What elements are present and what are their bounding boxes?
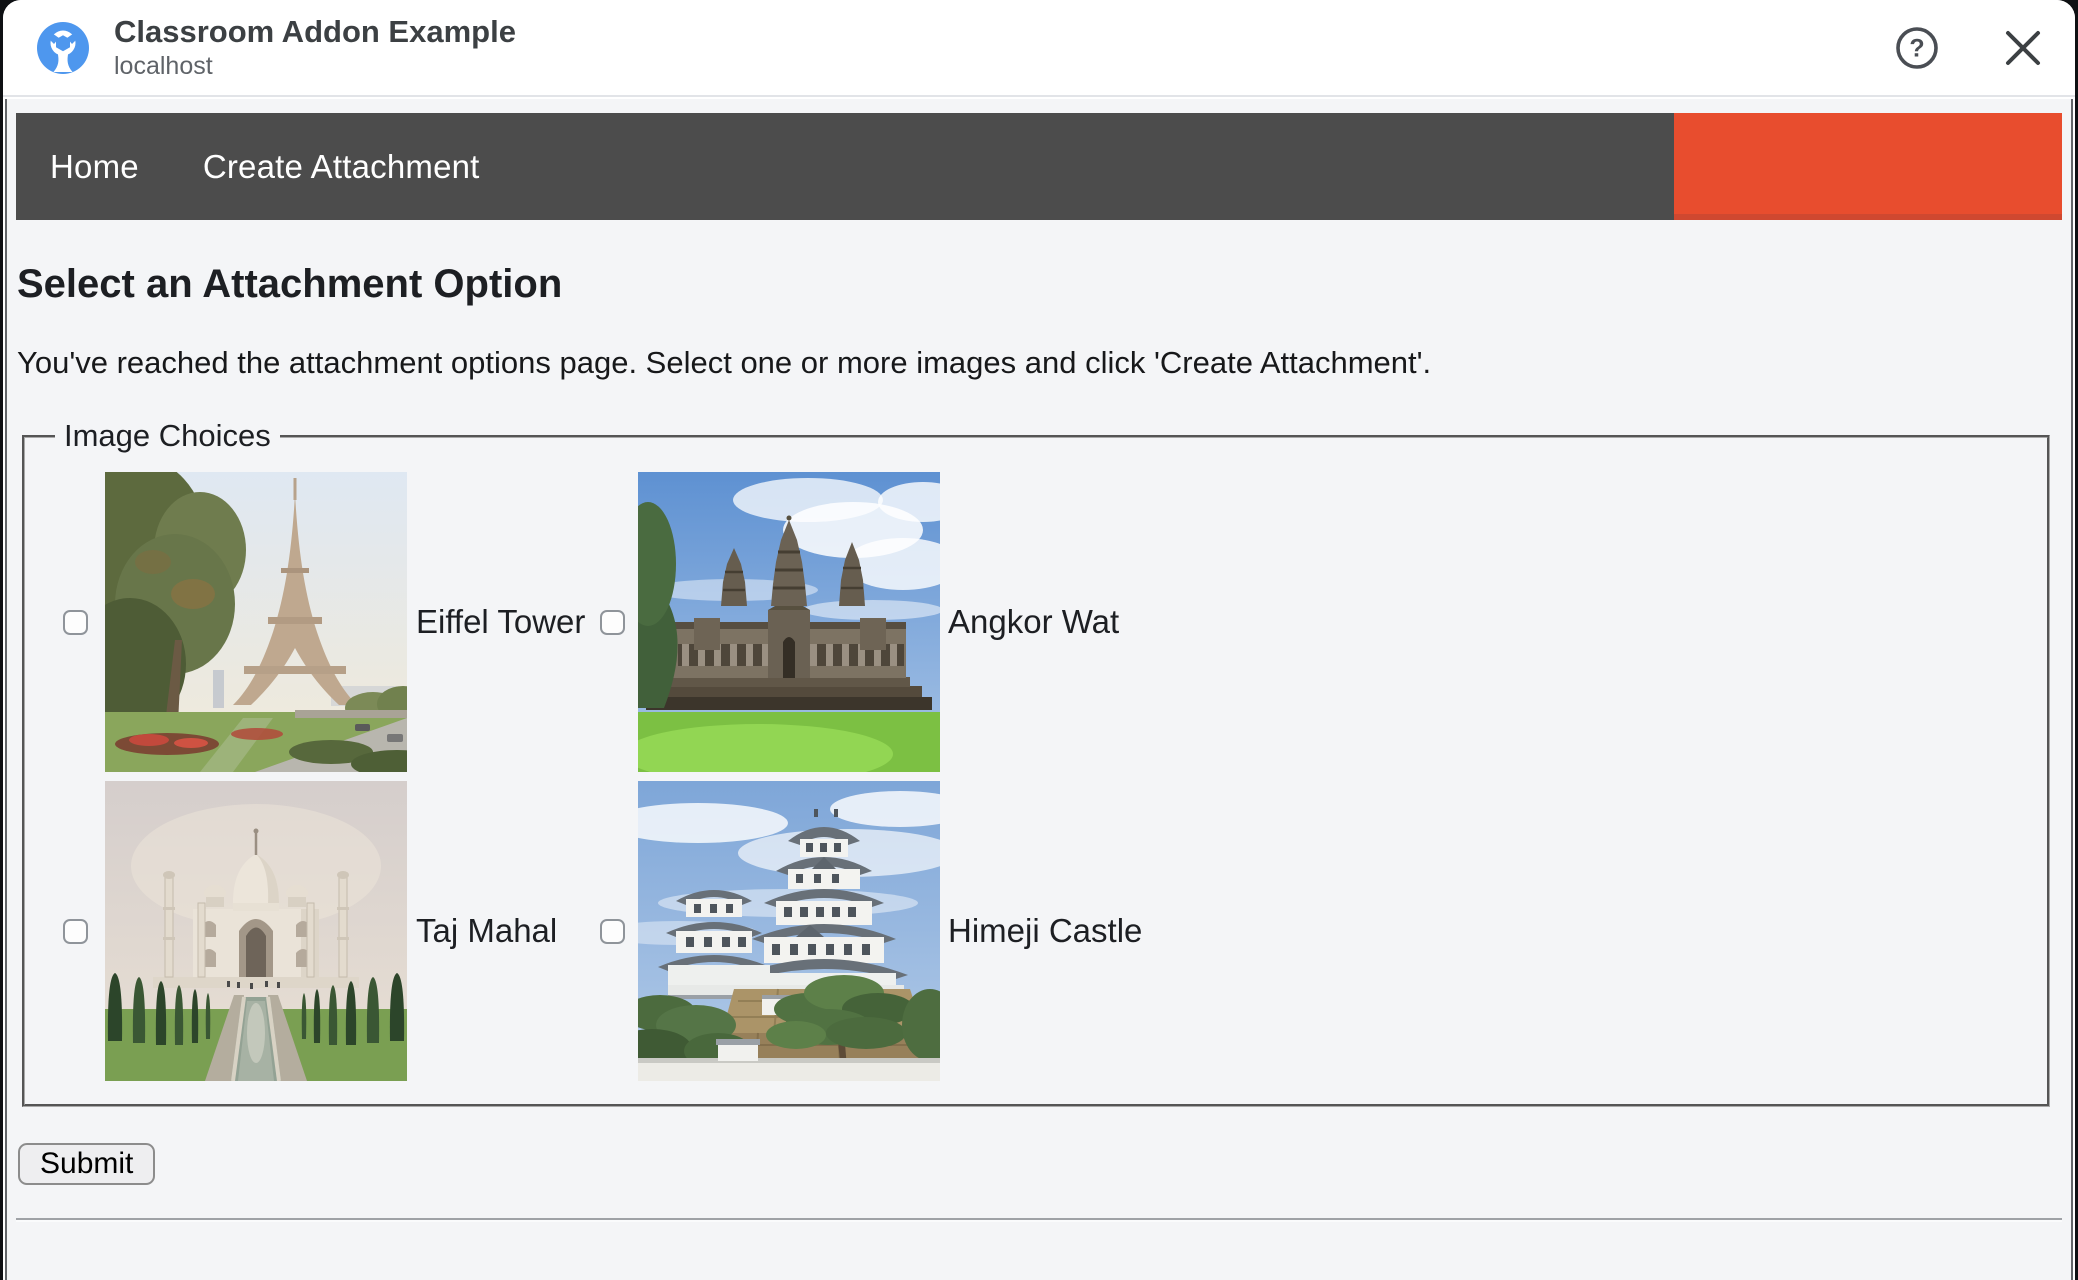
eiffel-tower-checkbox[interactable] [63,609,88,635]
checkbox-cell [596,609,638,635]
taj-mahal-checkbox[interactable] [63,918,88,944]
taj-mahal-image [105,781,407,1081]
dialog-title-block: Classroom Addon Example localhost [114,14,516,81]
image-choices-fieldset: Image Choices Eiffel Tower Angkor Wat Ta… [22,418,2050,1107]
page-heading: Select an Attachment Option [17,262,563,306]
nav-bar: Home Create Attachment [16,113,2062,220]
image-choices-legend: Image Choices [64,418,271,453]
eiffel-tower-image [105,472,407,772]
image-label: Taj Mahal [416,912,558,949]
angkor-wat-checkbox[interactable] [600,609,625,635]
close-button[interactable] [1999,24,2047,72]
screen: Classroom Addon Example localhost ? Home… [0,0,2078,1280]
checkbox-cell [47,609,105,635]
close-icon [2006,30,2040,65]
dialog-header: Classroom Addon Example localhost ? [3,0,2075,97]
nav-item-create-attachment[interactable]: Create Attachment [203,148,480,186]
help-icon: ? [1896,26,1938,69]
angkor-wat-image [638,472,940,772]
checkbox-cell [596,918,638,944]
svg-text:?: ? [1909,34,1924,62]
dialog-title: Classroom Addon Example [114,14,516,49]
footer-divider [16,1218,2062,1222]
addon-dialog: Classroom Addon Example localhost ? Home… [3,0,2075,1280]
submit-button[interactable]: Submit [18,1143,156,1185]
himeji-castle-image [638,781,940,1081]
intro-text: You've reached the attachment options pa… [17,345,1432,380]
choice-row: Taj Mahal Himeji Castle [47,781,2037,1081]
himeji-castle-checkbox[interactable] [600,918,625,944]
nav-item-home[interactable]: Home [50,148,139,186]
nav-accent-block [1674,113,2062,220]
dialog-subtitle: localhost [114,52,213,80]
addon-app-icon [37,21,89,74]
image-label: Eiffel Tower [416,603,586,640]
checkbox-cell [47,918,105,944]
choice-row: Eiffel Tower Angkor Wat [47,472,2037,772]
page-content: Home Create Attachment Select an Attachm… [7,113,2071,1222]
image-label: Angkor Wat [948,603,1120,640]
help-button[interactable]: ? [1893,24,1941,72]
image-label: Himeji Castle [948,912,1143,949]
addon-iframe: Home Create Attachment Select an Attachm… [5,99,2073,1280]
